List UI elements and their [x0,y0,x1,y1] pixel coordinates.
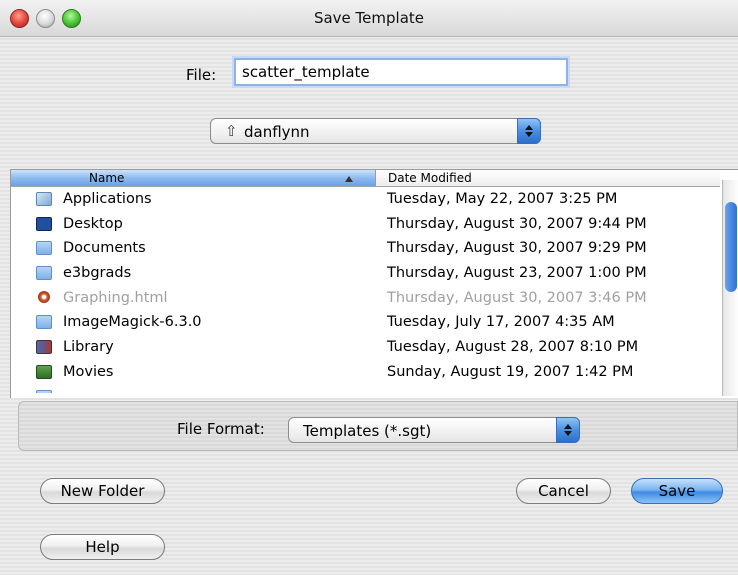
applications-folder-icon [36,192,52,206]
item-date: Thursday, August 23, 2007 1:00 PM [387,265,647,282]
folder-icon [36,266,52,281]
desktop-folder-icon [36,216,52,231]
html-file-icon [38,290,50,303]
file-format-popup[interactable]: Templates (*.sgt) [288,417,580,443]
vertical-scrollbar[interactable] [722,180,738,396]
item-date: Thursday, August 30, 2007 9:29 PM [387,240,647,257]
list-item[interactable]: e3bgrads Thursday, August 23, 2007 1:00 … [11,261,723,286]
file-list: Applications Tuesday, May 22, 2007 3:25 … [11,187,723,393]
column-header-date-label: Date Modified [388,171,472,185]
new-folder-button[interactable]: New Folder [40,478,165,504]
item-date: Sunday, August 19, 2007 1:42 PM [387,363,634,380]
save-button[interactable]: Save [631,478,723,504]
item-name: Desktop [63,215,123,232]
cancel-button[interactable]: Cancel [516,478,611,504]
item-name: Library [63,339,114,356]
list-item[interactable]: Movies Sunday, August 19, 2007 1:42 PM [11,360,723,385]
list-item-disabled: Graphing.html Thursday, August 30, 2007 … [11,286,723,311]
home-icon: ⇧ [225,122,238,140]
file-format-label: File Format: [177,420,265,438]
file-browser: Name Date Modified Applications Tuesday,… [10,169,738,398]
title-bar: Save Template [0,0,738,37]
file-name-input[interactable] [234,58,568,86]
location-selected: danflynn [244,123,310,141]
item-date: Tuesday, May 22, 2007 3:25 PM [387,191,618,207]
item-date: Thursday, August 30, 2007 9:44 PM [387,215,647,232]
item-name: Applications [63,191,152,207]
list-item[interactable]: Documents Thursday, August 30, 2007 9:29… [11,236,723,261]
list-item[interactable]: Applications Tuesday, May 22, 2007 3:25 … [11,187,723,212]
column-header-name-label: Name [89,171,125,185]
item-date: Tuesday, August 28, 2007 8:10 PM [387,339,639,356]
list-item[interactable]: Library Tuesday, August 28, 2007 8:10 PM [11,335,723,360]
sort-ascending-icon [345,176,353,182]
movies-folder-icon [36,364,52,379]
list-item[interactable]: Desktop Thursday, August 30, 2007 9:44 P… [11,212,723,237]
item-name: ImageMagick-6.3.0 [63,314,202,331]
folder-icon [36,389,52,393]
column-header-date-modified[interactable]: Date Modified [376,170,720,187]
location-popup[interactable]: ⇧ danflynn [210,118,541,144]
save-template-dialog: Save Template File: ⇧ danflynn Name Date… [0,0,738,575]
list-item[interactable]: ImageMagick-6.3.0 Tuesday, July 17, 2007… [11,310,723,335]
folder-icon [36,315,52,330]
column-header-name[interactable]: Name [11,170,376,187]
popup-arrows-icon [517,118,541,144]
help-button[interactable]: Help [40,534,165,560]
item-date: Thursday, August 30, 2007 3:46 PM [387,289,647,306]
folder-icon [36,241,52,256]
list-item-partial[interactable] [11,385,723,393]
window-title: Save Template [313,9,425,27]
item-name: e3bgrads [63,265,132,282]
file-label: File: [186,66,217,84]
popup-arrows-icon [556,417,580,443]
item-name: Graphing.html [63,289,168,306]
file-format-selected: Templates (*.sgt) [303,422,432,440]
item-name: Documents [63,240,146,257]
item-name: Movies [63,363,114,380]
library-folder-icon [36,340,52,355]
scroll-thumb[interactable] [725,202,737,292]
item-date: Tuesday, July 17, 2007 4:35 AM [387,314,615,331]
